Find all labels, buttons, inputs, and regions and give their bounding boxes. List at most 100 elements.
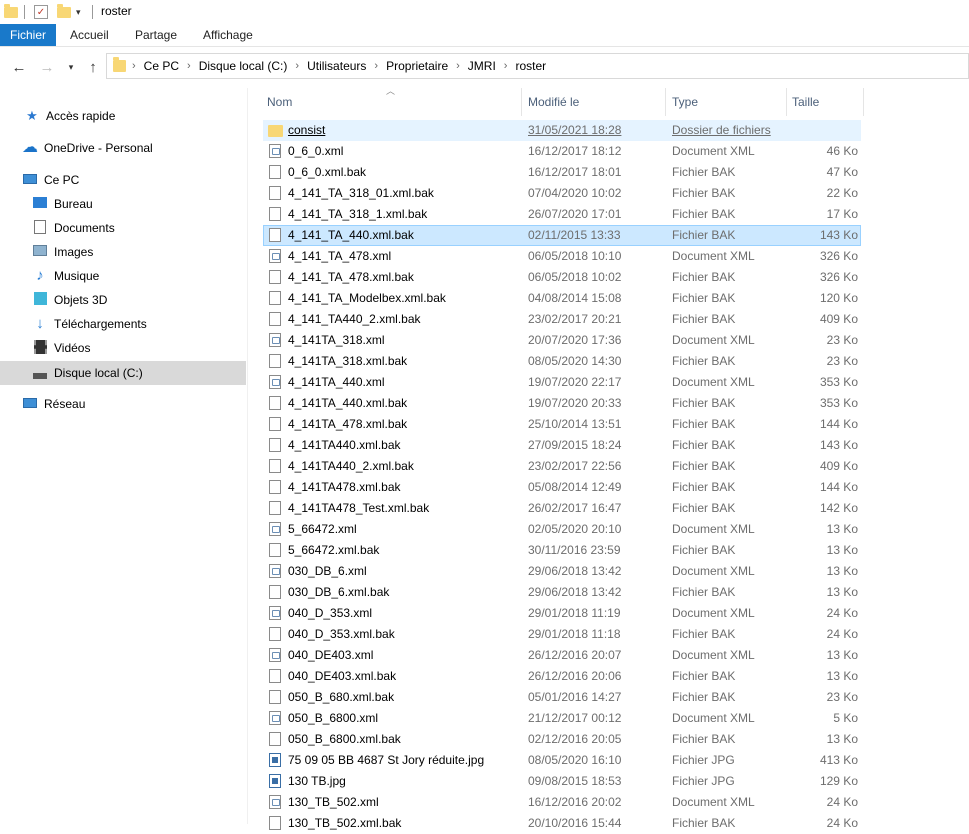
- file-size: 129 Ko: [819, 774, 858, 788]
- tab-view[interactable]: Affichage: [195, 24, 261, 46]
- file-row[interactable]: 5_66472.xml 02/05/2020 20:10 Document XML 1…: [263, 519, 861, 540]
- file-size: 326 Ko: [819, 270, 858, 284]
- file-row[interactable]: 050_B_6800.xml.bak 02/12/2016 20:05 Fichie…: [263, 729, 861, 750]
- file-row[interactable]: 4_141TA_318.xml 20/07/2020 17:36 Document …: [263, 330, 861, 351]
- file-type: Fichier JPG: [672, 774, 735, 788]
- up-arrow-icon[interactable]: ↑: [83, 57, 103, 77]
- address-bar[interactable]: › Ce PC › Disque local (C:) › Utilisateu…: [106, 53, 969, 79]
- file-row[interactable]: 040_D_353.xml 29/01/2018 11:19 Document XM…: [263, 603, 861, 624]
- breadcrumb-this-pc[interactable]: Ce PC: [144, 59, 179, 73]
- file-row[interactable]: 4_141_TA440_2.xml.bak 23/02/2017 20:21 Fic…: [263, 309, 861, 330]
- file-row[interactable]: 0_6_0.xml.bak 16/12/2017 18:01 Fichier BAK…: [263, 162, 861, 183]
- file-row[interactable]: 050_B_6800.xml 21/12/2017 00:12 Document X…: [263, 708, 861, 729]
- customize-toolbar-icon[interactable]: ▾: [76, 3, 81, 21]
- file-size: 353 Ko: [819, 396, 858, 410]
- file-type: Fichier BAK: [672, 417, 736, 431]
- file-row[interactable]: 4_141TA_478.xml.bak 25/10/2014 13:51 Fichi…: [263, 414, 861, 435]
- sidebar-item-desktop[interactable]: Bureau: [0, 192, 246, 216]
- pane-divider[interactable]: [247, 88, 248, 824]
- file-icon: [269, 396, 281, 410]
- file-name: 050_B_6800.xml: [288, 711, 379, 725]
- documents-icon: [32, 220, 48, 236]
- sidebar-item-downloads[interactable]: ↓ Téléchargements: [0, 312, 246, 336]
- column-header-name[interactable]: Nom: [263, 88, 521, 116]
- file-row[interactable]: 4_141TA_318.xml.bak 08/05/2020 14:30 Fichi…: [263, 351, 861, 372]
- back-arrow-icon[interactable]: ←: [9, 57, 29, 77]
- file-row[interactable]: 4_141TA478_Test.xml.bak 26/02/2017 16:47 F…: [263, 498, 861, 519]
- file-modified-date: 23/02/2017 20:21: [528, 312, 622, 326]
- column-header-date[interactable]: Modifié le: [524, 88, 665, 116]
- file-row[interactable]: 4_141_TA_440.xml.bak 02/11/2015 13:33 Fich…: [263, 225, 861, 246]
- sidebar-item-network[interactable]: Réseau: [0, 392, 246, 416]
- file-size: 13 Ko: [826, 669, 858, 683]
- column-divider[interactable]: [786, 88, 787, 116]
- file-row[interactable]: 4_141_TA_318_01.xml.bak 07/04/2020 10:02 F…: [263, 183, 861, 204]
- file-row[interactable]: 030_DB_6.xml.bak 29/06/2018 13:42 Fichier …: [263, 582, 861, 603]
- xml-file-icon: [269, 795, 281, 809]
- chevron-right-icon[interactable]: ›: [187, 60, 191, 72]
- sidebar-item-music[interactable]: ♪ Musique: [0, 264, 246, 288]
- sidebar-item-3d-objects[interactable]: Objets 3D: [0, 288, 246, 312]
- sidebar-item-label: Accès rapide: [46, 109, 116, 123]
- file-modified-date: 29/06/2018 13:42: [528, 564, 622, 578]
- column-divider[interactable]: [863, 88, 864, 116]
- file-row[interactable]: 4_141_TA_478.xml.bak 06/05/2018 10:02 Fich…: [263, 267, 861, 288]
- file-row[interactable]: 040_DE403.xml.bak 26/12/2016 20:06 Fichier…: [263, 666, 861, 687]
- sidebar-item-onedrive[interactable]: ☁ OneDrive - Personal: [0, 136, 246, 160]
- breadcrumb-jmri[interactable]: JMRI: [468, 59, 496, 73]
- sidebar-item-images[interactable]: Images: [0, 240, 246, 264]
- file-row[interactable]: 4_141TA_440.xml.bak 19/07/2020 20:33 Fichi…: [263, 393, 861, 414]
- breadcrumb-owner[interactable]: Proprietaire: [386, 59, 448, 73]
- file-modified-date: 16/12/2017 18:12: [528, 144, 622, 158]
- breadcrumb-users[interactable]: Utilisateurs: [307, 59, 366, 73]
- file-row[interactable]: 4_141TA_440.xml 19/07/2020 22:17 Document …: [263, 372, 861, 393]
- breadcrumb-local-disk[interactable]: Disque local (C:): [199, 59, 288, 73]
- file-row[interactable]: 4_141TA440_2.xml.bak 23/02/2017 22:56 Fich…: [263, 456, 861, 477]
- sidebar-item-this-pc[interactable]: Ce PC: [0, 168, 246, 192]
- new-folder-icon[interactable]: [57, 3, 71, 21]
- file-row[interactable]: 4_141_TA_Modelbex.xml.bak 04/08/2014 15:0…: [263, 288, 861, 309]
- file-row[interactable]: 4_141TA478.xml.bak 05/08/2014 12:49 Fichie…: [263, 477, 861, 498]
- file-row[interactable]: 4_141_TA_478.xml 06/05/2018 10:10 Document…: [263, 246, 861, 267]
- file-row[interactable]: 030_DB_6.xml 29/06/2018 13:42 Document XML…: [263, 561, 861, 582]
- column-header-size[interactable]: Taille: [788, 88, 863, 116]
- file-row[interactable]: 050_B_680.xml.bak 05/01/2016 14:27 Fichier…: [263, 687, 861, 708]
- file-row[interactable]: 0_6_0.xml 16/12/2017 18:12 Document XML 46 …: [263, 141, 861, 162]
- chevron-right-icon[interactable]: ›: [504, 60, 508, 72]
- chevron-right-icon[interactable]: ›: [374, 60, 378, 72]
- forward-arrow-icon[interactable]: →: [37, 57, 57, 77]
- file-row[interactable]: consist 31/05/2021 18:28 Dossier de fichie…: [263, 120, 861, 141]
- sidebar-item-videos[interactable]: Vidéos: [0, 336, 246, 360]
- file-icon: [269, 186, 281, 200]
- sidebar-item-quick-access[interactable]: ★ Accès rapide: [0, 104, 246, 128]
- file-modified-date: 02/11/2015 13:33: [528, 228, 621, 242]
- properties-icon[interactable]: ✓: [34, 5, 48, 19]
- chevron-right-icon[interactable]: ›: [295, 60, 299, 72]
- column-divider[interactable]: [665, 88, 666, 116]
- file-row[interactable]: 75 09 05 BB 4687 St Jory réduite.jpg 08/0…: [263, 750, 861, 771]
- file-row[interactable]: 130 TB.jpg 09/08/2015 18:53 Fichier JPG 129…: [263, 771, 861, 792]
- tab-share[interactable]: Partage: [127, 24, 185, 46]
- file-row[interactable]: 4_141TA440.xml.bak 27/09/2015 18:24 Fichie…: [263, 435, 861, 456]
- file-size: 143 Ko: [819, 228, 858, 242]
- tab-home[interactable]: Accueil: [62, 24, 117, 46]
- sidebar-item-documents[interactable]: Documents: [0, 216, 246, 240]
- file-row[interactable]: 040_D_353.xml.bak 29/01/2018 11:18 Fichier…: [263, 624, 861, 645]
- tab-file[interactable]: Fichier: [0, 24, 56, 46]
- recent-locations-chevron-icon[interactable]: ▾: [61, 57, 81, 77]
- xml-file-icon: [269, 711, 281, 725]
- breadcrumb-roster[interactable]: roster: [515, 59, 546, 73]
- sidebar-item-local-disk[interactable]: Disque local (C:): [0, 361, 246, 385]
- file-size: 13 Ko: [826, 564, 858, 578]
- file-modified-date: 23/02/2017 22:56: [528, 459, 622, 473]
- file-modified-date: 26/12/2016 20:07: [528, 648, 622, 662]
- chevron-right-icon[interactable]: ›: [456, 60, 460, 72]
- file-row[interactable]: 5_66472.xml.bak 30/11/2016 23:59 Fichier B…: [263, 540, 861, 561]
- chevron-right-icon[interactable]: ›: [132, 60, 136, 72]
- file-size: 47 Ko: [826, 165, 858, 179]
- file-row[interactable]: 040_DE403.xml 26/12/2016 20:07 Document XM…: [263, 645, 861, 666]
- column-header-type[interactable]: Type: [668, 88, 786, 116]
- file-row[interactable]: 130_TB_502.xml 16/12/2016 20:02 Document X…: [263, 792, 861, 813]
- column-divider[interactable]: [521, 88, 522, 116]
- file-row[interactable]: 4_141_TA_318_1.xml.bak 26/07/2020 17:01 Fi…: [263, 204, 861, 225]
